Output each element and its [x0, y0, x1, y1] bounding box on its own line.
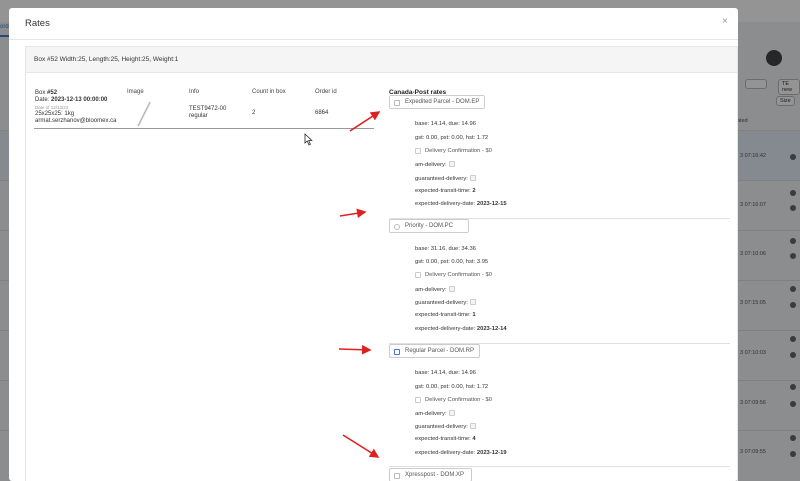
annotation-arrows	[338, 111, 381, 458]
annotation-arrow	[338, 344, 372, 355]
annotation-arrow	[342, 434, 380, 458]
annotation-arrow	[349, 111, 381, 132]
annotation-arrow	[339, 208, 367, 219]
